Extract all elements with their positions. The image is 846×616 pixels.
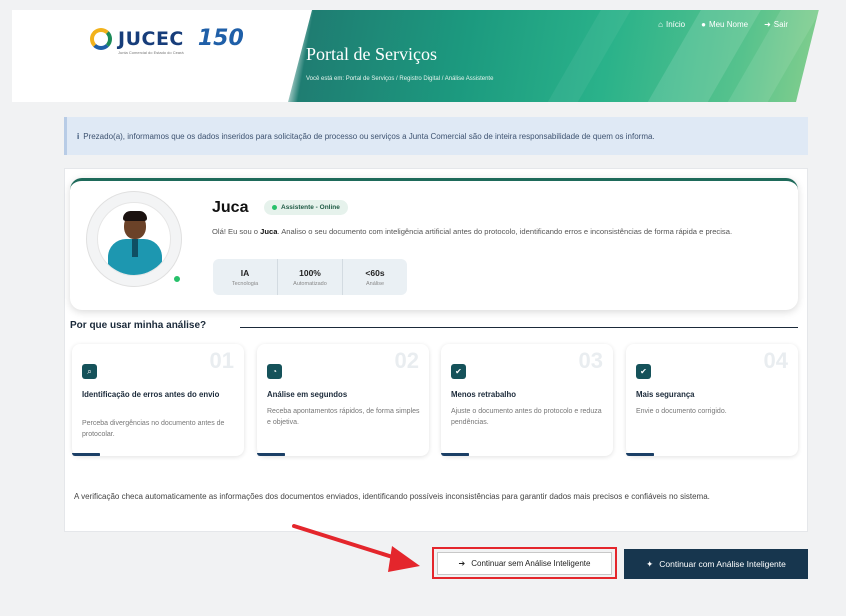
- feature-card-3: 03 ✔ Menos retrabalho Ajuste o documento…: [441, 344, 613, 456]
- annotation-arrow-icon: [292, 524, 420, 572]
- continue-without-ai-button[interactable]: ➔ Continuar sem Análise Inteligente: [437, 552, 612, 575]
- status-badge: Assistente - Online: [264, 200, 348, 215]
- nav-home[interactable]: ⌂ Início: [658, 20, 685, 29]
- nav-home-label: Início: [665, 20, 686, 29]
- arrow-right-icon: ➔: [458, 559, 466, 568]
- check-circle-icon: ✔: [451, 364, 466, 379]
- verification-note: A verificação checa automaticamente as i…: [74, 492, 710, 501]
- nav-logout-label: Sair: [773, 20, 788, 29]
- card-title: Identificação de erros antes do envio: [82, 390, 220, 399]
- card-description: Envie o documento corrigido.: [636, 408, 727, 415]
- stat-technology: IA Tecnologia: [213, 259, 278, 295]
- continue-without-ai-label: Continuar sem Análise Inteligente: [471, 559, 591, 568]
- nav-profile-label: Meu Nome: [708, 20, 749, 29]
- assistant-card: Juca Assistente - Online Olá! Eu sou o J…: [70, 178, 798, 310]
- assistant-stats: IA Tecnologia 100% Automatizado <60s Aná…: [213, 259, 407, 295]
- card-description: Ajuste o documento antes do protocolo e …: [451, 408, 602, 427]
- feature-card-2: 02 ◔ Análise em segundos Receba apontame…: [257, 344, 429, 456]
- feature-card-1: 01 ⌕ Identificação de erros antes do env…: [72, 344, 244, 456]
- home-icon: ⌂: [658, 20, 663, 29]
- assistant-name: Juca: [212, 199, 249, 216]
- continue-with-ai-button[interactable]: ✦ Continuar com Análise Inteligente: [624, 549, 808, 579]
- top-nav: ⌂ Início ● Meu Nome ➜ Sair: [658, 20, 788, 29]
- card-number: 04: [763, 348, 788, 373]
- continue-with-ai-label: Continuar com Análise Inteligente: [659, 559, 786, 569]
- status-dot-icon: [272, 205, 277, 210]
- sign-out-icon: ➜: [764, 20, 771, 29]
- document-search-icon: ⌕: [82, 364, 97, 379]
- online-indicator-icon: [173, 275, 181, 283]
- user-icon: ●: [701, 20, 706, 29]
- card-description: Perceba divergências no documento antes …: [82, 420, 225, 439]
- info-icon: i: [77, 131, 80, 141]
- card-number: 03: [578, 348, 603, 373]
- info-notice: i Prezado(a), informamos que os dados in…: [64, 117, 808, 155]
- logo-subtitle: Junta Comercial do Estado do Ceará: [118, 50, 184, 55]
- stat-automated: 100% Automatizado: [278, 259, 343, 295]
- nav-logout[interactable]: ➜ Sair: [764, 20, 788, 29]
- card-title: Análise em segundos: [267, 390, 348, 399]
- breadcrumb: Você está em: Portal de Serviços / Regis…: [306, 76, 494, 82]
- shield-check-icon: ✔: [636, 364, 651, 379]
- assistant-avatar-icon: [97, 202, 171, 276]
- timer-icon: ◔: [267, 364, 282, 379]
- jucec-logo[interactable]: JUCEC 150 Junta Comercial do Estado do C…: [90, 26, 244, 55]
- nav-profile[interactable]: ● Meu Nome: [701, 20, 748, 29]
- status-badge-label: Assistente - Online: [281, 204, 340, 211]
- notice-text: Prezado(a), informamos que os dados inse…: [83, 131, 655, 141]
- card-title: Mais segurança: [636, 390, 695, 399]
- page-title: Portal de Serviços: [306, 44, 437, 64]
- card-number: 01: [209, 348, 234, 373]
- section-divider: [240, 327, 798, 328]
- card-number: 02: [394, 348, 419, 373]
- card-title: Menos retrabalho: [451, 390, 516, 399]
- sparkle-icon: ✦: [646, 558, 654, 569]
- logo-anniversary: 150: [197, 26, 244, 51]
- logo-ring-icon: [90, 27, 112, 50]
- stat-analysis-time: <60s Análise: [365, 267, 385, 287]
- card-description: Receba apontamentos rápidos, de forma si…: [267, 408, 420, 427]
- assistant-description: Olá! Eu sou o Juca. Analiso o seu docume…: [212, 227, 733, 236]
- avatar: [86, 191, 182, 287]
- section-heading: Por que usar minha análise?: [70, 320, 217, 331]
- logo-text: JUCEC: [118, 27, 184, 50]
- feature-card-4: 04 ✔ Mais segurança Envie o documento co…: [626, 344, 798, 456]
